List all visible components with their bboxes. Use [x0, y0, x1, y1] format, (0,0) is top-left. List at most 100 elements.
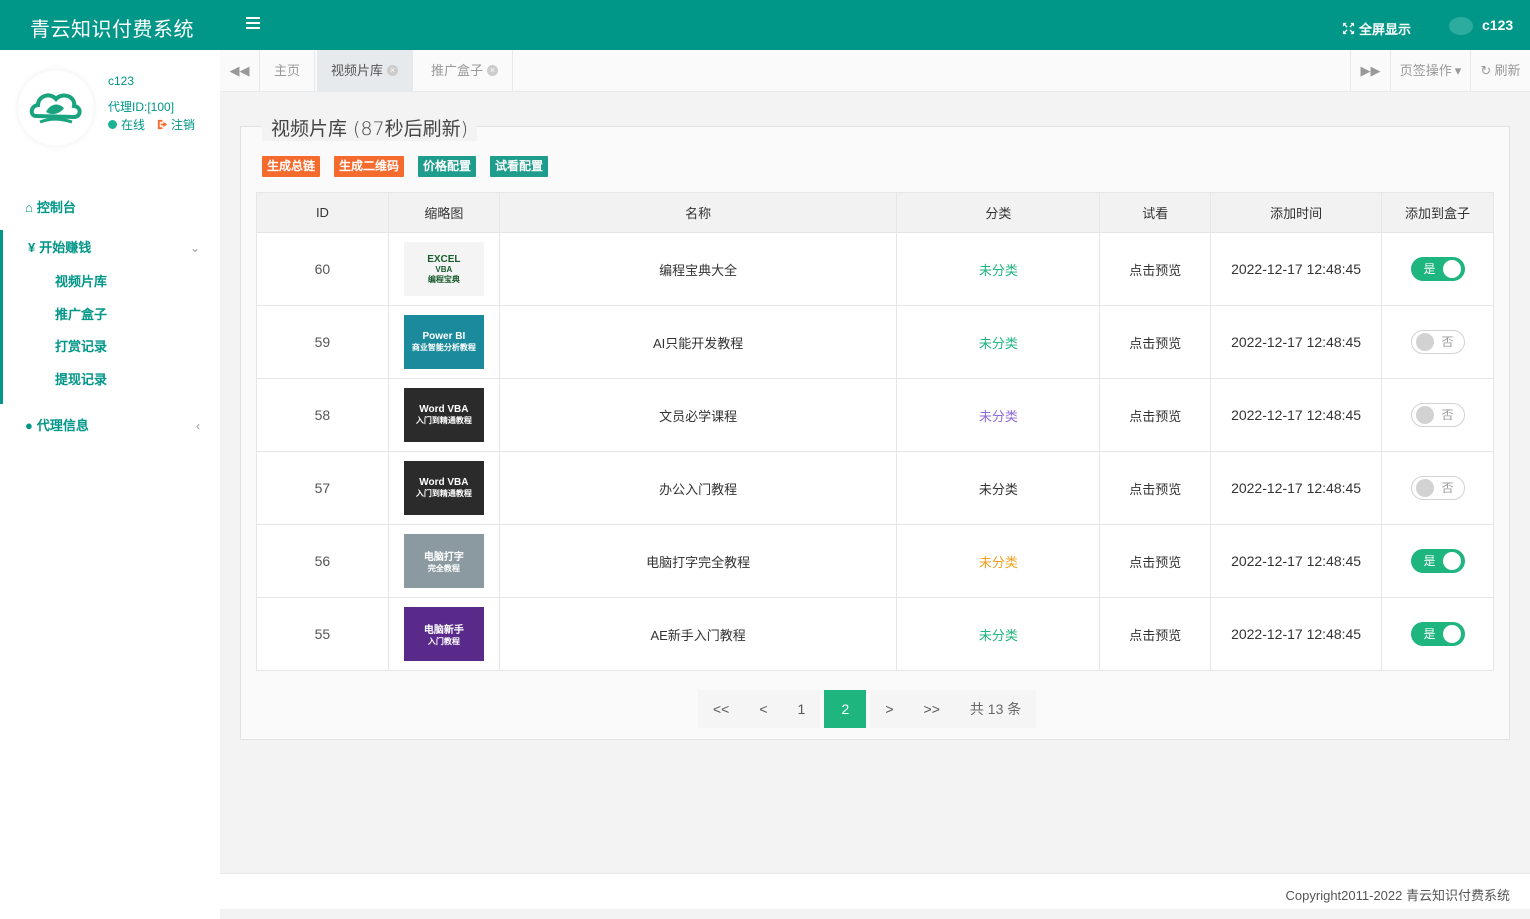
trial-config-button[interactable]: 试看配置 — [490, 156, 549, 177]
add-to-box-toggle[interactable]: 是 — [1410, 257, 1465, 281]
cell-category: 未分类 — [896, 305, 1101, 379]
cell-name: 电脑打字完全教程 — [498, 524, 898, 598]
cell-add-to-box: 是 — [1381, 597, 1494, 671]
preview-link[interactable]: 点击预览 — [1129, 555, 1181, 570]
generate-link-button[interactable]: 生成总链 — [262, 156, 321, 177]
tab-home[interactable]: 主页 — [260, 50, 316, 91]
video-thumbnail: Word VBA 入门到精通教程 — [403, 461, 484, 515]
sidebar-item-earn[interactable]: ¥ 开始赚钱 ⌄ — [3, 230, 220, 266]
cell-name: 文员必学课程 — [498, 378, 898, 452]
logout-link[interactable]: 注销 — [157, 116, 195, 133]
thumbnail-text: 完全教程 — [427, 564, 460, 573]
page-title: 视频片库 (87秒后刷新) — [262, 114, 478, 141]
menu-toggle-icon[interactable] — [246, 17, 260, 31]
logout-label: 注销 — [171, 118, 196, 132]
table-header-row: ID 缩略图 名称 分类 试看 添加时间 添加到盒子 — [256, 192, 1494, 233]
column-header-preview: 试看 — [1099, 192, 1212, 233]
sidebar-item-label: 开始赚钱 — [39, 240, 92, 255]
toggle-knob — [1442, 260, 1461, 278]
toggle-label: 否 — [1441, 481, 1454, 495]
cell-name: AE新手入门教程 — [498, 597, 898, 671]
close-icon[interactable]: × — [487, 65, 499, 76]
cell-add-to-box: 是 — [1381, 232, 1494, 306]
add-to-box-toggle[interactable]: 是 — [1410, 622, 1465, 646]
tabs-scroll-right-button[interactable]: ▶▶ — [1350, 50, 1390, 91]
preview-link[interactable]: 点击预览 — [1129, 628, 1181, 643]
user-icon: ● — [25, 418, 33, 433]
refresh-button[interactable]: ↻ 刷新 — [1470, 50, 1530, 91]
add-to-box-toggle[interactable]: 是 — [1410, 549, 1465, 573]
cell-added-time: 2022-12-17 12:48:45 — [1210, 232, 1383, 306]
thumbnail-text: 入门教程 — [427, 637, 460, 646]
page-ops-dropdown[interactable]: 页签操作 ▾ — [1390, 50, 1470, 91]
backward-icon: ◀◀ — [229, 62, 250, 78]
thumbnail-text: Word VBA — [419, 404, 469, 415]
preview-link[interactable]: 点击预览 — [1129, 263, 1181, 278]
table-row: 55 电脑新手 入门教程 AE新手入门教程 未分类 点击预览 2022-12-17 12:4… — [256, 597, 1494, 671]
cell-name: AI只能开发教程 — [498, 305, 898, 379]
table-row: 57 Word VBA 入门到精通教程 办公入门教程 未分类 点击预览 2022-12-17… — [256, 451, 1494, 525]
toggle-label: 否 — [1441, 335, 1454, 349]
cell-thumbnail: 电脑打字 完全教程 — [387, 524, 500, 598]
cell-preview: 点击预览 — [1099, 378, 1212, 452]
toggle-label: 是 — [1423, 262, 1436, 276]
cell-preview: 点击预览 — [1099, 451, 1212, 525]
caret-down-icon: ▾ — [1454, 63, 1462, 78]
cell-name: 编程宝典大全 — [498, 232, 898, 306]
video-thumbnail: EXCEL VBA 编程宝典 — [403, 242, 484, 296]
preview-link[interactable]: 点击预览 — [1129, 336, 1181, 351]
tab-bar: ◀◀ 主页 视频片库 × 推广盒子 × ▶▶ 页签操作 ▾ ↻ 刷新 — [220, 50, 1530, 92]
forward-icon: ▶▶ — [1360, 63, 1381, 78]
close-icon[interactable]: × — [387, 65, 399, 76]
tabs-scroll-left-button[interactable]: ◀◀ — [220, 50, 260, 91]
cell-id: 60 — [256, 232, 389, 306]
cell-category: 未分类 — [896, 378, 1101, 452]
sidebar-subitem-withdraw-records[interactable]: 提现记录 — [3, 364, 220, 397]
cell-add-to-box: 否 — [1381, 305, 1494, 379]
sidebar-item-dashboard[interactable]: ⌂ 控制台 — [0, 190, 220, 226]
home-icon: ⌂ — [25, 200, 33, 215]
sidebar-item-agent-info[interactable]: ● 代理信息 ‹ — [0, 408, 220, 444]
table-row: 60 EXCEL VBA 编程宝典 编程宝典大全 未分类 点击预览 2022-12-17 12… — [256, 232, 1494, 306]
toggle-knob — [1442, 552, 1461, 570]
last-page-button[interactable]: >> — [908, 690, 955, 728]
next-page-button[interactable]: > — [870, 690, 909, 728]
tab-label: 推广盒子 — [431, 63, 484, 78]
page-button-current[interactable]: 2 — [824, 690, 867, 728]
column-header-added-time: 添加时间 — [1210, 192, 1383, 233]
first-page-button[interactable]: << — [698, 690, 745, 728]
price-config-button[interactable]: 价格配置 — [418, 156, 477, 177]
video-thumbnail: 电脑新手 入门教程 — [403, 607, 484, 661]
cell-category: 未分类 — [896, 524, 1101, 598]
cell-id: 57 — [256, 451, 389, 525]
table-body: 60 EXCEL VBA 编程宝典 编程宝典大全 未分类 点击预览 2022-12-17 12… — [256, 232, 1494, 671]
video-table: ID 缩略图 名称 分类 试看 添加时间 添加到盒子 60 EXCEL VBA 编程宝… — [256, 192, 1494, 671]
avatar — [18, 70, 94, 146]
tab-promo-box[interactable]: 推广盒子 × — [417, 50, 514, 91]
preview-link[interactable]: 点击预览 — [1129, 409, 1181, 424]
preview-link[interactable]: 点击预览 — [1129, 482, 1181, 497]
cell-added-time: 2022-12-17 12:48:45 — [1210, 451, 1383, 525]
cell-thumbnail: EXCEL VBA 编程宝典 — [387, 232, 500, 306]
tab-video-library[interactable]: 视频片库 × — [317, 50, 414, 91]
tab-label: 视频片库 — [331, 63, 384, 78]
sidebar-subitem-tip-records[interactable]: 打赏记录 — [3, 331, 220, 364]
tab-label: 主页 — [274, 63, 301, 78]
cell-name: 办公入门教程 — [498, 451, 898, 525]
thumbnail-text: 商业智能分析教程 — [411, 343, 476, 352]
add-to-box-toggle[interactable]: 否 — [1410, 330, 1465, 354]
user-menu[interactable]: c123 — [1448, 14, 1513, 36]
thumbnail-text: 电脑新手 — [423, 625, 464, 636]
add-to-box-toggle[interactable]: 否 — [1410, 403, 1465, 427]
sidebar-subitem-video-library[interactable]: 视频片库 — [3, 266, 220, 299]
prev-page-button[interactable]: < — [744, 690, 783, 728]
generate-qrcode-button[interactable]: 生成二维码 — [334, 156, 405, 177]
cell-preview: 点击预览 — [1099, 305, 1212, 379]
sign-out-icon — [157, 119, 168, 130]
page-button-1[interactable]: 1 — [782, 690, 821, 728]
sidebar-subitem-promo-box[interactable]: 推广盒子 — [3, 299, 220, 332]
user-profile: c123 代理ID:[100] 在线 注销 — [18, 70, 218, 150]
add-to-box-toggle[interactable]: 否 — [1410, 476, 1465, 500]
fullscreen-button[interactable]: 全屏显示 — [1342, 19, 1411, 38]
fullscreen-label: 全屏显示 — [1359, 22, 1412, 37]
